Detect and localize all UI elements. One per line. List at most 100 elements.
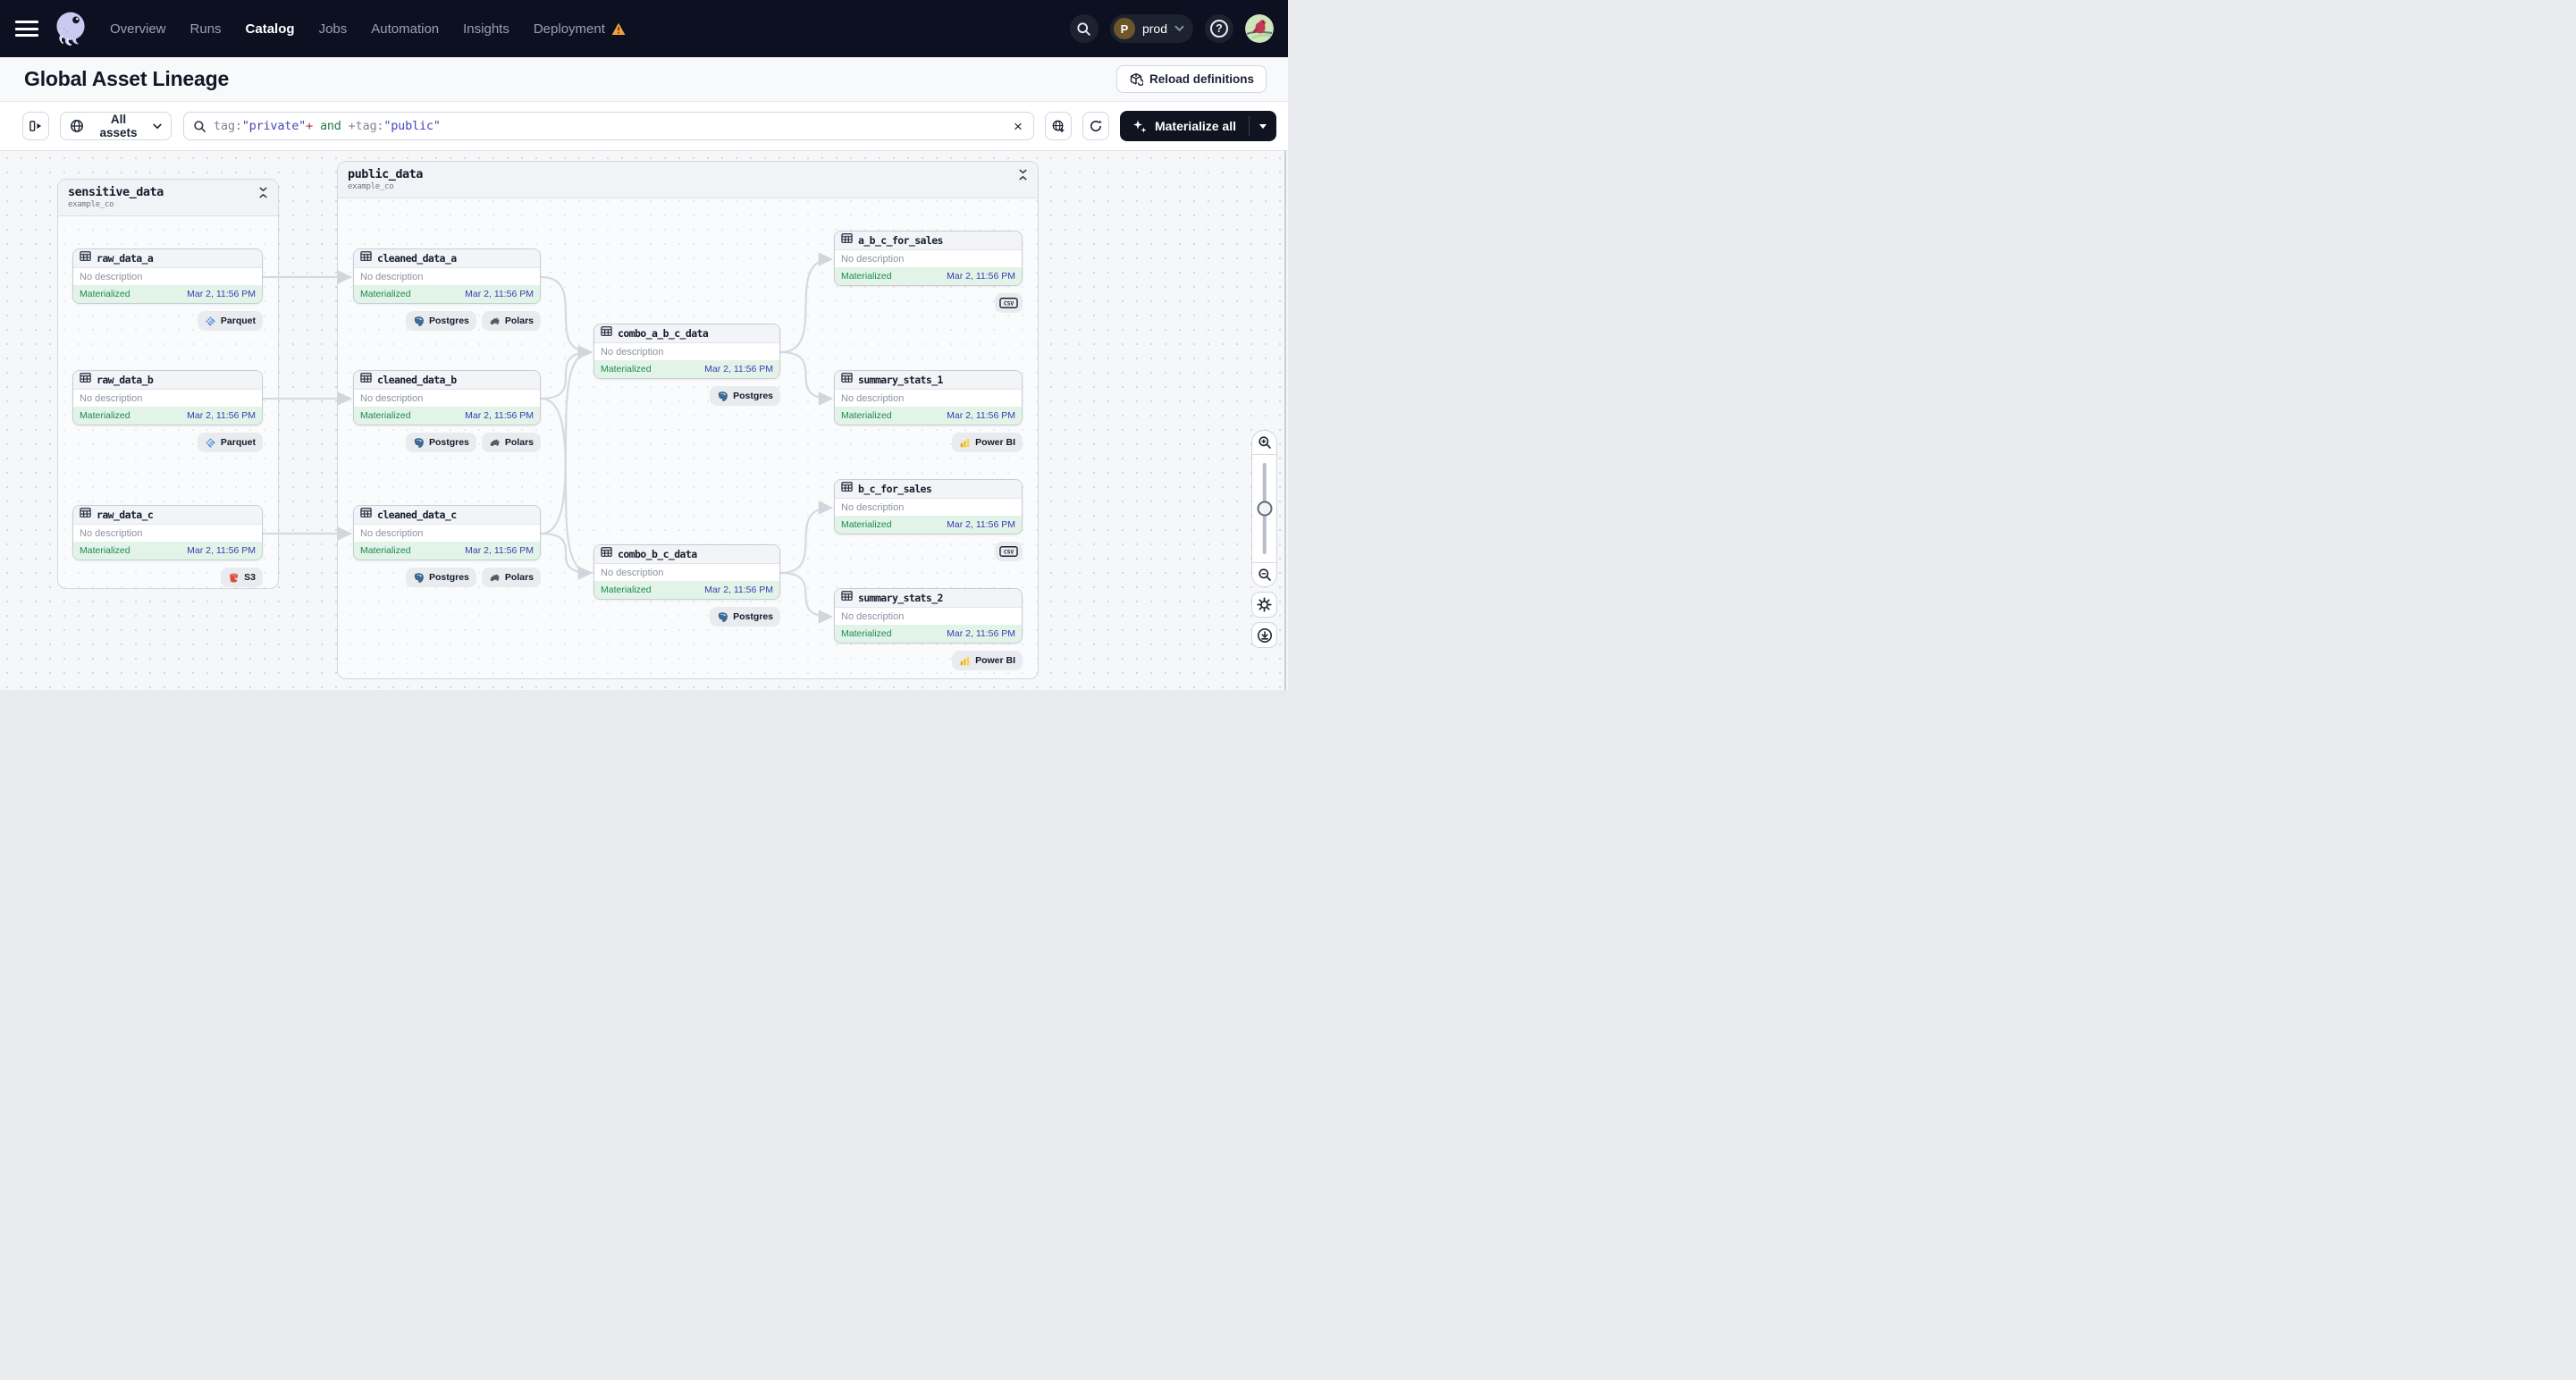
asset-description: No description	[80, 271, 143, 282]
asset-node-combo_b_c_data[interactable]: combo_b_c_data No description Materializ…	[593, 544, 780, 600]
query-segment: +	[306, 119, 314, 133]
asset-scope-dropdown[interactable]: All assets	[60, 112, 172, 140]
zoom-slider[interactable]	[1252, 455, 1276, 562]
asset-node-b_c_for_sales[interactable]: b_c_for_sales No description Materialize…	[834, 479, 1023, 534]
asset-node-a_b_c_for_sales[interactable]: a_b_c_for_sales No description Materiali…	[834, 231, 1023, 286]
caret-down-icon	[1259, 123, 1267, 129]
asset-node-combo_a_b_c_data[interactable]: combo_a_b_c_data No description Material…	[593, 324, 780, 379]
table-icon	[601, 325, 612, 341]
kind-badge-power-bi: Power BI	[952, 651, 1023, 670]
clear-query-icon[interactable]: ×	[1012, 119, 1024, 134]
asset-node-raw_data_b[interactable]: raw_data_b No description Materialized M…	[72, 370, 263, 425]
asset-selection-query: tag:"private"+ and +tag:"public"	[214, 119, 1005, 133]
asset-node-footer: Materialized Mar 2, 11:56 PM	[73, 285, 262, 303]
group-header: public_data example_co	[338, 162, 1038, 198]
asset-node-cleaned_data_b[interactable]: cleaned_data_b No description Materializ…	[353, 370, 541, 425]
table-icon	[841, 481, 853, 497]
lineage-toolbar: All assets tag:"private"+ and +tag:"publ…	[0, 102, 1288, 151]
query-segment: "private"	[241, 119, 307, 133]
table-icon	[360, 507, 372, 523]
asset-node-summary_stats_2[interactable]: summary_stats_2 No description Materiali…	[834, 588, 1023, 644]
kind-badge-postgres: Postgres	[710, 607, 780, 627]
kind-badge-parquet: Parquet	[197, 311, 263, 331]
asset-node-footer: Materialized Mar 2, 11:56 PM	[835, 407, 1022, 425]
asset-node-footer: Materialized Mar 2, 11:56 PM	[354, 285, 540, 303]
query-segment: tag:	[355, 119, 384, 133]
deployment-initial-badge: P	[1113, 18, 1135, 39]
zoom-slider-thumb[interactable]	[1257, 501, 1272, 517]
zoom-out-button[interactable]	[1252, 562, 1276, 586]
kind-badge-postgres: Postgres	[710, 386, 780, 406]
asset-name: raw_data_a	[97, 252, 154, 265]
svg-text:CSV: CSV	[1004, 301, 1014, 307]
asset-node-cleaned_data_c[interactable]: cleaned_data_c No description Materializ…	[353, 505, 541, 560]
query-segment: "public"	[383, 119, 441, 133]
nav-item-runs[interactable]: Runs	[190, 21, 222, 37]
lineage-canvas[interactable]: sensitive_data example_co public_data ex…	[0, 151, 1288, 690]
asset-node-header: summary_stats_2	[835, 589, 1022, 608]
asset-node-header: raw_data_b	[73, 371, 262, 390]
materialize-options-caret[interactable]	[1250, 111, 1276, 141]
materialize-all-main[interactable]: Materialize all	[1120, 111, 1249, 141]
kind-badge-parquet: Parquet	[197, 433, 263, 452]
reload-definitions-button[interactable]: Reload definitions	[1115, 65, 1267, 93]
nav-item-catalog[interactable]: Catalog	[246, 21, 295, 37]
download-graph-button[interactable]	[1251, 622, 1277, 648]
collapse-group-icon[interactable]	[258, 187, 268, 203]
kind-badge-row: Postgres	[593, 386, 780, 406]
kind-badge-polars: Polars	[481, 433, 541, 452]
table-icon	[360, 372, 372, 388]
kind-badge-s3: S3	[221, 568, 263, 587]
nav-item-jobs[interactable]: Jobs	[319, 21, 348, 37]
nav-item-overview[interactable]: Overview	[110, 21, 166, 37]
nav-item-automation[interactable]: Automation	[371, 21, 439, 37]
nav-item-insights[interactable]: Insights	[463, 21, 509, 37]
collapse-group-icon[interactable]	[1018, 169, 1028, 185]
kind-badge-row: Power BI	[834, 651, 1023, 670]
page-title: Global Asset Lineage	[24, 67, 230, 90]
asset-description: No description	[360, 271, 424, 282]
kind-badge-label: Parquet	[220, 437, 256, 448]
asset-selection-input[interactable]: tag:"private"+ and +tag:"public" ×	[183, 112, 1034, 140]
kind-badge-label: Postgres	[428, 316, 469, 326]
kind-badge-label: Polars	[504, 572, 534, 583]
refresh-graph-button[interactable]	[1082, 112, 1109, 140]
asset-node-header: a_b_c_for_sales	[835, 231, 1022, 250]
dagster-octopus-logo[interactable]	[51, 9, 90, 48]
zoom-in-button[interactable]	[1252, 431, 1276, 455]
kind-badge-label: Polars	[504, 316, 534, 326]
menu-hamburger-icon[interactable]	[15, 21, 38, 37]
group-subtitle: example_co	[348, 182, 394, 191]
deployment-switcher[interactable]: P prod	[1109, 14, 1193, 43]
nav-item-deployment[interactable]: Deployment	[534, 21, 626, 37]
asset-timestamp: Mar 2, 11:56 PM	[465, 410, 534, 421]
asset-timestamp: Mar 2, 11:56 PM	[187, 410, 256, 421]
asset-status-badge: Materialized	[841, 519, 892, 530]
canvas-right-edge	[1284, 151, 1286, 690]
asset-node-header: summary_stats_1	[835, 371, 1022, 390]
open-side-panel-button[interactable]	[22, 112, 49, 140]
view-full-graph-button[interactable]	[1044, 112, 1072, 140]
kind-badge-label: Power BI	[975, 655, 1015, 666]
materialize-all-button[interactable]: Materialize all	[1119, 111, 1276, 141]
asset-node-raw_data_a[interactable]: raw_data_a No description Materialized M…	[72, 248, 263, 304]
user-avatar[interactable]	[1245, 14, 1274, 43]
kind-badge-row: Postgres Polars	[353, 568, 541, 587]
asset-node-footer: Materialized Mar 2, 11:56 PM	[594, 581, 779, 599]
graph-settings-button[interactable]	[1251, 592, 1277, 618]
asset-status-badge: Materialized	[601, 585, 652, 595]
kind-badge-row: Postgres Polars	[353, 311, 541, 331]
global-search-button[interactable]	[1069, 14, 1099, 43]
asset-node-summary_stats_1[interactable]: summary_stats_1 No description Materiali…	[834, 370, 1023, 425]
query-segment: +	[348, 119, 356, 133]
asset-timestamp: Mar 2, 11:56 PM	[465, 545, 534, 556]
asset-node-header: combo_a_b_c_data	[594, 324, 779, 343]
table-icon	[841, 590, 853, 606]
reload-cube-icon	[1130, 72, 1143, 86]
asset-node-cleaned_data_a[interactable]: cleaned_data_a No description Materializ…	[353, 248, 541, 304]
asset-name: a_b_c_for_sales	[858, 234, 943, 247]
help-button[interactable]: ?	[1205, 14, 1233, 43]
kind-badge-row: Postgres	[593, 607, 780, 627]
table-icon	[360, 250, 372, 266]
asset-node-raw_data_c[interactable]: raw_data_c No description Materialized M…	[72, 505, 263, 560]
